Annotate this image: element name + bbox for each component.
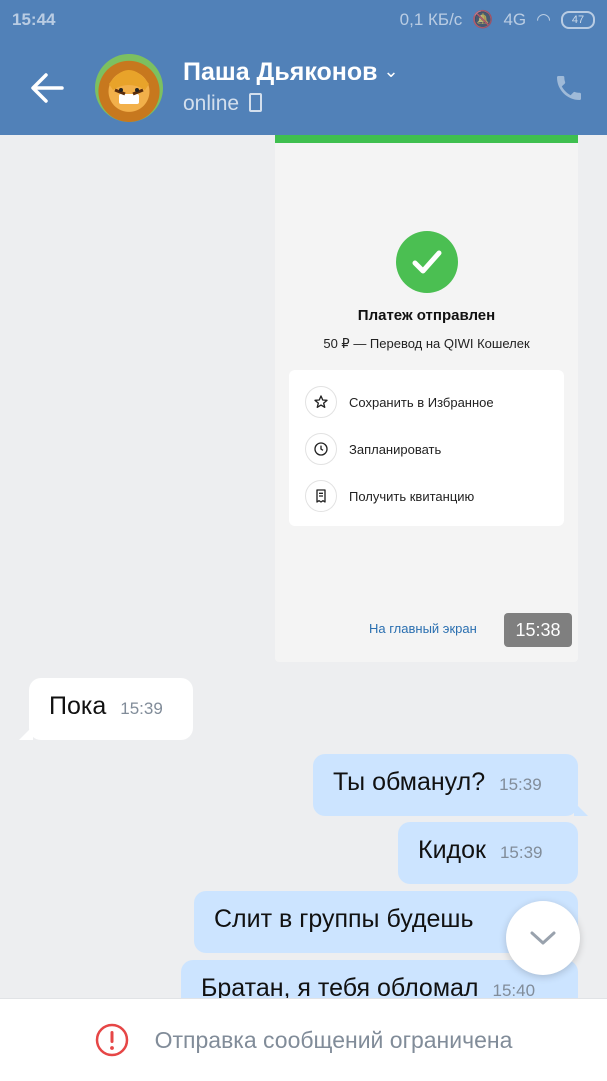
wifi-icon: ◠ [536,10,551,29]
status-time: 15:44 [12,10,56,29]
warning-icon [95,1023,128,1057]
message-text: Кидок [418,836,486,864]
message-bubble-out[interactable]: Кидок 15:39 [398,822,578,884]
message-restricted-bar: Отправка сообщений ограничена [0,998,607,1081]
message-text: Ты обманул? [333,768,486,796]
action-save-favorite: Сохранить в Избранное [305,385,494,419]
avatar[interactable] [95,54,163,122]
payment-title: Платеж отправлен [357,307,496,324]
action-receipt: Получить квитанцию [305,479,474,513]
clock-icon [305,433,337,465]
status-bar: 15:44 0,1 КБ/с 🔕 4G ◠ 47 [0,0,607,40]
success-check-icon [396,231,458,293]
contact-name-text: Паша Дьяконов [183,58,378,86]
action-label: Получить квитанцию [349,488,475,504]
avatar-image [109,70,149,104]
bubble-tail [574,802,588,816]
back-arrow-icon[interactable] [28,70,68,106]
bubble-tail [19,726,33,740]
home-screen-link: На главный экран [369,621,477,636]
action-schedule: Запланировать [305,432,441,466]
mobile-device-icon [249,93,263,112]
message-bubble-out[interactable]: Ты обманул? 15:39 [313,754,588,816]
message-time: 15:38 [504,613,572,647]
action-label: Запланировать [349,441,442,457]
status-indicators: 0,1 КБ/с 🔕 4G ◠ 47 [400,10,595,30]
message-list[interactable]: Платеж отправлен 50 ₽ — Перевод на QIWI … [0,135,607,998]
chat-header: 15:44 0,1 КБ/с 🔕 4G ◠ 47 Паша Дьяконов ⌄ … [0,0,607,135]
mute-icon: 🔕 [472,10,494,29]
message-text: Пока [49,692,107,720]
message-bubble-in[interactable]: Пока 15:39 [19,678,193,740]
screenshot-status-bar [275,135,578,143]
scroll-down-button[interactable] [506,901,580,975]
message-time: 15:39 [499,775,542,794]
chevron-down-icon: ⌄ [383,61,399,81]
message-text: Слит в группы будешь [214,905,474,933]
action-label: Сохранить в Избранное [349,394,494,410]
payment-screenshot[interactable]: Платеж отправлен 50 ₽ — Перевод на QIWI … [275,135,578,662]
star-icon [305,386,337,418]
speed-indicator: 0,1 КБ/с [399,10,463,29]
message-time: 15:39 [499,843,543,862]
phone-icon[interactable] [553,72,585,104]
contact-name[interactable]: Паша Дьяконов ⌄ [183,58,399,87]
message-time: 15:39 [120,699,163,718]
battery-icon: 47 [561,11,595,29]
chevron-down-icon [530,931,556,945]
receipt-icon [305,480,337,512]
message-time: 15:40 [492,981,536,998]
contact-status-text: online [183,92,240,115]
payment-actions-card: Сохранить в Избранное Запланировать Полу… [289,370,564,526]
contact-status: online [183,92,263,116]
restricted-notice: Отправка сообщений ограничена [154,1026,513,1053]
payment-subtitle: 50 ₽ — Перевод на QIWI Кошелек [323,336,530,351]
network-indicator: 4G [503,10,527,29]
message-text: Братан, я тебя обломал [201,974,479,998]
